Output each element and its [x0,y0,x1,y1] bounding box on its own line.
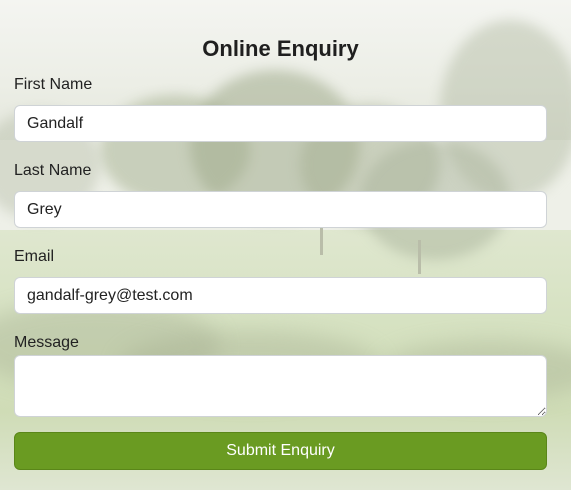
message-textarea[interactable] [14,355,547,417]
last-name-input[interactable] [14,191,547,228]
message-label: Message [14,334,79,351]
last-name-label: Last Name [14,162,92,179]
form-title: Online Enquiry [202,36,359,61]
first-name-label: First Name [14,76,93,93]
email-label: Email [14,248,55,265]
enquiry-form: Online Enquiry First Name Last Name Emai… [0,0,571,490]
email-input[interactable] [14,277,547,314]
enquiry-page: Online Enquiry First Name Last Name Emai… [0,0,571,490]
submit-enquiry-button[interactable]: Submit Enquiry [14,432,547,470]
first-name-input[interactable] [14,105,547,142]
